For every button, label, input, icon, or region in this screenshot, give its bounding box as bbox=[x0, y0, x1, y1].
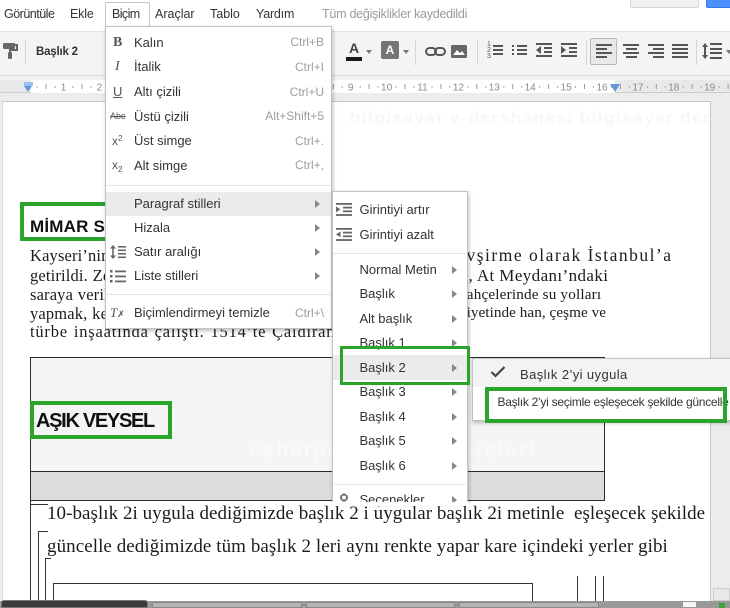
svg-text:18: 18 bbox=[668, 83, 680, 94]
svg-text:10: 10 bbox=[381, 83, 393, 94]
svg-text:19: 19 bbox=[704, 83, 716, 94]
svg-text:15: 15 bbox=[561, 83, 573, 94]
svg-text:11: 11 bbox=[417, 83, 428, 94]
svg-text:16: 16 bbox=[596, 83, 608, 94]
svg-text:1: 1 bbox=[61, 83, 67, 94]
svg-text:2: 2 bbox=[97, 83, 103, 94]
svg-text:13: 13 bbox=[489, 83, 501, 94]
svg-text:12: 12 bbox=[453, 83, 465, 94]
svg-text:17: 17 bbox=[632, 83, 644, 94]
svg-text:9: 9 bbox=[348, 83, 354, 94]
svg-text:14: 14 bbox=[525, 83, 537, 94]
